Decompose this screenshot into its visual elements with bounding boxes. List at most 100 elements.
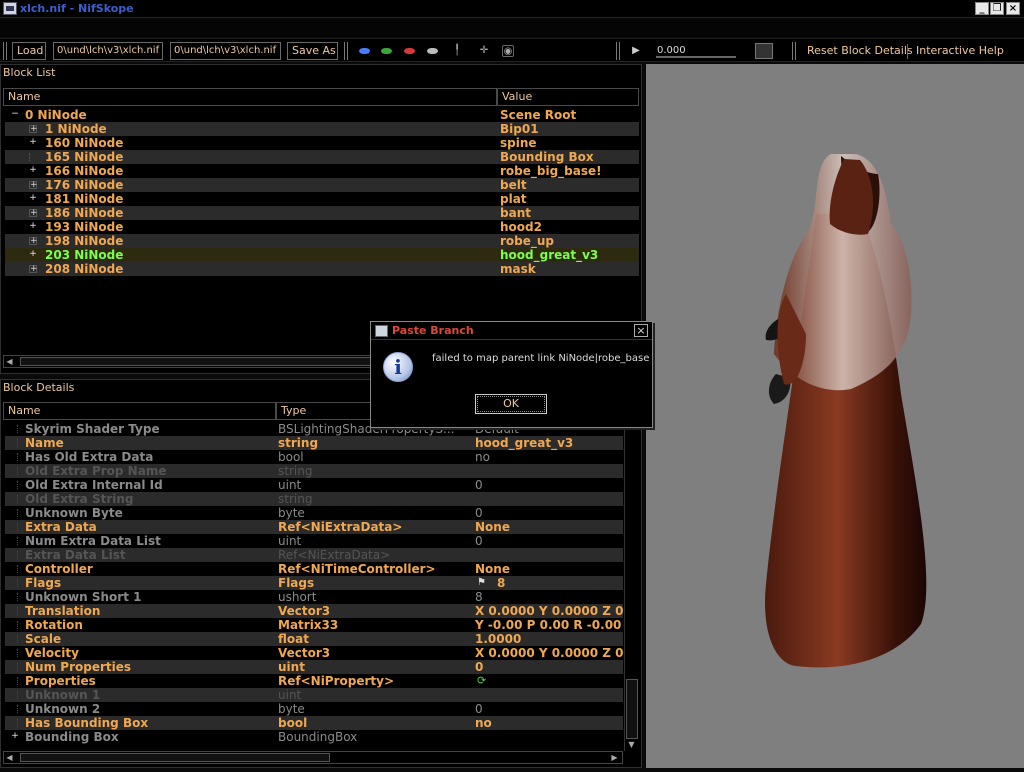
detail-value[interactable]: X 0.0000 Y 0.0000 Z 0.0 — [475, 646, 623, 660]
dialog-close-button[interactable]: × — [634, 324, 648, 337]
detail-row[interactable]: Num Properties uint 0 — [5, 660, 623, 674]
block-list-row[interactable]: +186 NiNode bant — [5, 206, 639, 220]
toolbar-grip[interactable] — [792, 42, 796, 60]
scroll-down-icon[interactable]: ▼ — [626, 739, 637, 750]
collapse-icon[interactable]: − — [11, 110, 19, 119]
load-button[interactable]: Load — [12, 42, 46, 60]
save-path-field[interactable]: 0\und\lch\v3\xlch.nif — [170, 42, 281, 60]
detail-row[interactable]: Velocity Vector3 X 0.0000 Y 0.0000 Z 0.0 — [5, 646, 623, 660]
detail-value[interactable]: 8 — [475, 590, 623, 604]
expand-icon[interactable]: + — [29, 209, 38, 218]
settings-icon[interactable] — [755, 43, 773, 59]
view-icon[interactable]: ◉ — [502, 45, 514, 57]
toolbar-grip[interactable] — [616, 42, 620, 60]
detail-value[interactable]: Y -0.00 P 0.00 R -0.00 — [475, 618, 623, 632]
scrollbar-thumb[interactable] — [20, 753, 330, 762]
block-list-row[interactable]: −0 NiNode Scene Root — [5, 108, 639, 122]
play-icon[interactable]: ▶ — [630, 45, 642, 57]
detail-value[interactable]: 1.0000 — [475, 632, 623, 646]
detail-row[interactable]: Unknown Byte byte 0 — [5, 506, 623, 520]
detail-row[interactable]: Old Extra Internal Id uint 0 — [5, 478, 623, 492]
detail-row[interactable]: Controller Ref<NiTimeController> None — [5, 562, 623, 576]
detail-row[interactable]: Extra Data Ref<NiExtraData> None — [5, 520, 623, 534]
expand-icon[interactable]: + — [29, 237, 38, 246]
detail-value[interactable]: 0 — [475, 660, 623, 674]
block-list-row[interactable]: +203 NiNode hood_great_v3 — [5, 248, 639, 262]
block-list-row[interactable]: +198 NiNode robe_up — [5, 234, 639, 248]
detail-row[interactable]: Has Bounding Box bool no — [5, 716, 623, 730]
toolbar-grip[interactable] — [344, 42, 348, 60]
detail-row[interactable]: Extra Data List Ref<NiExtraData> — [5, 548, 623, 562]
save-as-button[interactable]: Save As — [287, 42, 338, 60]
scroll-left-icon[interactable]: ◀ — [4, 752, 15, 763]
expand-icon[interactable]: + — [29, 181, 38, 190]
detail-row[interactable]: Scale float 1.0000 — [5, 632, 623, 646]
detail-value[interactable]: X 0.0000 Y 0.0000 Z 0.0 — [475, 604, 623, 618]
block-list-row[interactable]: +166 NiNode robe_big_base! — [5, 164, 639, 178]
horizontal-scrollbar[interactable]: ◀ ▶ — [3, 751, 623, 764]
block-list-row[interactable]: +176 NiNode belt — [5, 178, 639, 192]
detail-value[interactable]: 0 — [475, 534, 623, 548]
detail-value[interactable]: hood_great_v3 — [475, 436, 623, 450]
expand-icon[interactable]: + — [29, 125, 38, 134]
detail-value[interactable]: None — [475, 562, 623, 576]
eye-blue-icon[interactable] — [359, 48, 370, 54]
flag-icon[interactable]: ⚑ — [477, 576, 486, 590]
detail-value[interactable]: no — [475, 450, 623, 464]
scrollbar-thumb[interactable] — [626, 679, 638, 739]
expand-icon[interactable]: + — [11, 732, 19, 741]
expand-icon[interactable]: + — [29, 166, 37, 175]
expand-icon[interactable]: + — [29, 250, 37, 259]
detail-value[interactable]: 0 — [475, 506, 623, 520]
expand-icon[interactable]: + — [29, 194, 37, 203]
detail-value[interactable]: 8 — [497, 576, 623, 590]
column-header-name[interactable]: Name — [3, 88, 497, 106]
detail-row[interactable]: Unknown 1 uint — [5, 688, 623, 702]
render-viewport[interactable] — [646, 64, 1024, 768]
scroll-right-icon[interactable]: ▶ — [609, 752, 620, 763]
block-list-row[interactable]: +181 NiNode plat — [5, 192, 639, 206]
block-list-row[interactable]: 165 NiNode Bounding Box — [5, 150, 639, 164]
detail-row[interactable]: Properties Ref<NiProperty> ⟳ — [5, 674, 623, 688]
detail-row[interactable]: Old Extra String string — [5, 492, 623, 506]
vertical-scrollbar[interactable]: ▼ — [624, 421, 639, 751]
move-icon[interactable]: ✛ — [478, 45, 490, 57]
detail-row[interactable]: Name string hood_great_v3 — [5, 436, 623, 450]
detail-row[interactable]: Translation Vector3 X 0.0000 Y 0.0000 Z 0.… — [5, 604, 623, 618]
interactive-help-button[interactable]: Interactive Help — [916, 43, 1004, 59]
eye-red-icon[interactable] — [404, 48, 415, 54]
load-path-field[interactable]: 0\und\lch\v3\xlch.nif — [53, 42, 163, 60]
detail-value[interactable]: no — [475, 716, 623, 730]
ok-button[interactable]: OK — [475, 394, 547, 414]
detail-row[interactable]: Old Extra Prop Name string — [5, 464, 623, 478]
column-header-name[interactable]: Name — [3, 402, 276, 420]
detail-value[interactable]: None — [475, 520, 623, 534]
detail-row[interactable]: Num Extra Data List uint 0 — [5, 534, 623, 548]
detail-row[interactable]: Unknown Short 1 ushort 8 — [5, 590, 623, 604]
minimize-button[interactable]: _ — [975, 2, 989, 15]
block-list-row[interactable]: +193 NiNode hood2 — [5, 220, 639, 234]
axis-icon[interactable]: ╿ — [451, 45, 463, 57]
column-header-value[interactable]: Value — [497, 88, 639, 106]
detail-value[interactable]: 0 — [475, 702, 623, 716]
refresh-icon[interactable]: ⟳ — [477, 674, 486, 688]
detail-row[interactable]: Unknown 2 byte 0 — [5, 702, 623, 716]
toolbar-grip[interactable] — [3, 42, 7, 60]
reset-block-details-button[interactable]: Reset Block Details — [807, 43, 913, 59]
eye-white-icon[interactable] — [427, 48, 438, 54]
scroll-left-icon[interactable]: ◀ — [4, 356, 15, 367]
eye-green-icon[interactable] — [381, 48, 392, 54]
detail-value[interactable]: 0 — [475, 478, 623, 492]
detail-row[interactable]: + Bounding Box BoundingBox — [5, 730, 623, 744]
block-list-row[interactable]: +160 NiNode spine — [5, 136, 639, 150]
expand-icon[interactable]: + — [29, 265, 38, 274]
restore-button[interactable]: ❐ — [990, 2, 1004, 15]
expand-icon[interactable]: + — [29, 138, 37, 147]
expand-icon[interactable]: + — [29, 222, 37, 231]
detail-row[interactable]: Has Old Extra Data bool no — [5, 450, 623, 464]
block-list-row[interactable]: +208 NiNode mask — [5, 262, 639, 276]
detail-row[interactable]: Rotation Matrix33 Y -0.00 P 0.00 R -0.00 — [5, 618, 623, 632]
block-list-row[interactable]: +1 NiNode Bip01 — [5, 122, 639, 136]
time-slider[interactable] — [656, 56, 736, 58]
detail-row[interactable]: Flags Flags ⚑ 8 — [5, 576, 623, 590]
